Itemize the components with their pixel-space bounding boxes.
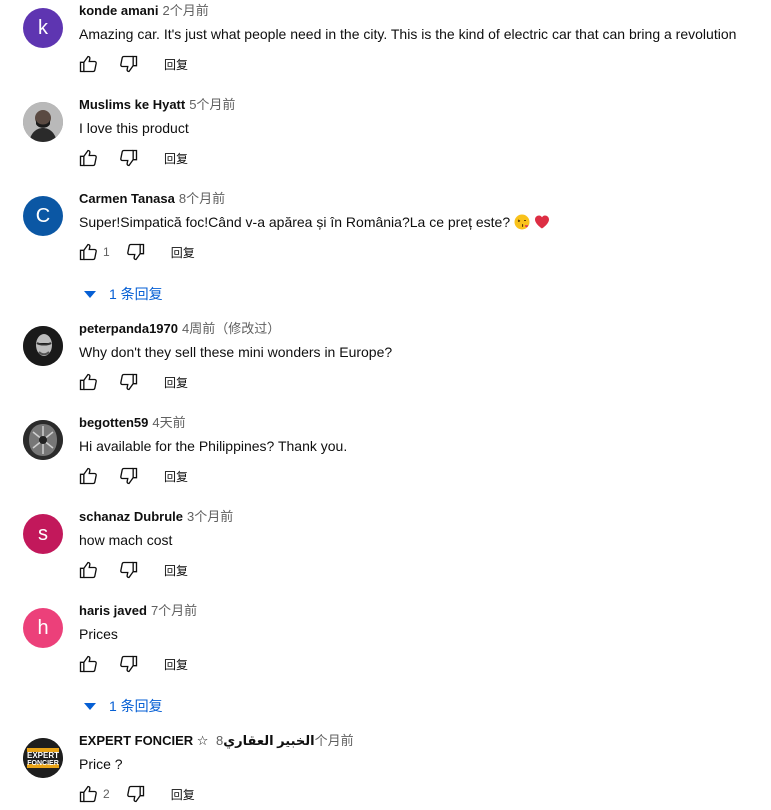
- dislike-button[interactable]: [118, 653, 140, 675]
- user-photo-icon: [23, 102, 63, 142]
- like-button[interactable]: [77, 783, 99, 805]
- kiss-emoji-icon: [514, 214, 530, 230]
- thumbs-up-icon: [79, 785, 97, 803]
- comment-timestamp[interactable]: 3个月前: [187, 509, 233, 524]
- heart-emoji-icon: [534, 215, 549, 229]
- logo-text-bottom: FONCIER: [27, 760, 59, 767]
- thumbs-up-icon: [79, 55, 97, 73]
- dislike-button[interactable]: [118, 53, 140, 75]
- like-button[interactable]: [77, 241, 99, 263]
- reply-button[interactable]: 回复: [171, 786, 195, 803]
- dislike-button[interactable]: [125, 241, 147, 263]
- comment-timestamp[interactable]: 4天前: [152, 415, 185, 430]
- dislike-button[interactable]: [118, 371, 140, 393]
- comment-text: Amazing car. It's just what people need …: [79, 26, 737, 42]
- comment-text: Hi available for the Philippines? Thank …: [79, 438, 348, 454]
- comment-text: how mach cost: [79, 532, 173, 548]
- avatar[interactable]: [23, 326, 63, 366]
- dislike-button[interactable]: [125, 783, 147, 805]
- thumbs-up-icon: [79, 149, 97, 167]
- thumbs-down-icon: [120, 373, 138, 391]
- reply-button[interactable]: 回复: [164, 150, 188, 167]
- thumbs-down-icon: [126, 785, 144, 803]
- reply-button[interactable]: 回复: [164, 656, 188, 673]
- dislike-button[interactable]: [118, 465, 140, 487]
- comment-author[interactable]: Muslims ke Hyatt: [79, 97, 185, 112]
- like-button[interactable]: [77, 653, 99, 675]
- reply-button[interactable]: 回复: [164, 56, 188, 73]
- like-count: 1: [103, 245, 110, 259]
- comment-text: Super!Simpatică foc!Când v-a apărea și î…: [79, 212, 550, 232]
- like-button[interactable]: [77, 53, 99, 75]
- thumbs-up-icon: [79, 373, 97, 391]
- avatar[interactable]: C: [23, 196, 63, 236]
- comment-author[interactable]: begotten59: [79, 415, 148, 430]
- avatar[interactable]: s: [23, 514, 63, 554]
- thumbs-down-icon: [126, 243, 144, 261]
- chevron-down-icon: [84, 703, 96, 710]
- comment-text: I love this product: [79, 120, 189, 136]
- comment-text: Prices: [79, 626, 118, 642]
- thumbs-down-icon: [120, 561, 138, 579]
- reply-button[interactable]: 回复: [164, 374, 188, 391]
- dislike-button[interactable]: [118, 559, 140, 581]
- view-replies-button[interactable]: 1 条回复: [84, 696, 163, 716]
- thumbs-up-icon: [79, 243, 97, 261]
- view-replies-button[interactable]: 1 条回复: [84, 284, 163, 304]
- thumbs-down-icon: [120, 655, 138, 673]
- user-photo-icon: [23, 326, 63, 366]
- comment-text: Why don't they sell these mini wonders i…: [79, 344, 393, 360]
- avatar[interactable]: h: [23, 608, 63, 648]
- comment-text: Price ?: [79, 756, 123, 772]
- comment-author[interactable]: schanaz Dubrule: [79, 509, 183, 524]
- comment-timestamp[interactable]: 5个月前: [189, 97, 235, 112]
- logo-text-top: EXPERT: [26, 751, 59, 760]
- avatar[interactable]: [23, 102, 63, 142]
- like-count: 2: [103, 787, 110, 801]
- thumbs-down-icon: [120, 55, 138, 73]
- avatar[interactable]: [23, 420, 63, 460]
- reply-button[interactable]: 回复: [171, 244, 195, 261]
- reply-button[interactable]: 回复: [164, 468, 188, 485]
- comment-author[interactable]: EXPERT FONCIER ☆ الخبير العقاري: [79, 733, 315, 748]
- comment-author[interactable]: haris javed: [79, 603, 147, 618]
- comment-author[interactable]: peterpanda1970: [79, 321, 178, 336]
- chevron-down-icon: [84, 291, 96, 298]
- dislike-button[interactable]: [118, 147, 140, 169]
- thumbs-up-icon: [79, 561, 97, 579]
- comment-author[interactable]: konde amani: [79, 3, 158, 18]
- avatar[interactable]: k: [23, 8, 63, 48]
- like-button[interactable]: [77, 147, 99, 169]
- comment-timestamp[interactable]: 8个月前: [179, 191, 225, 206]
- user-photo-icon: [23, 420, 63, 460]
- thumbs-up-icon: [79, 467, 97, 485]
- replies-label: 1 条回复: [109, 286, 163, 302]
- thumbs-up-icon: [79, 655, 97, 673]
- replies-label: 1 条回复: [109, 698, 163, 714]
- comment-timestamp[interactable]: 2个月前: [162, 3, 208, 18]
- like-button[interactable]: [77, 559, 99, 581]
- comment-timestamp[interactable]: 7个月前: [151, 603, 197, 618]
- thumbs-down-icon: [120, 467, 138, 485]
- comment-author[interactable]: Carmen Tanasa: [79, 191, 175, 206]
- like-button[interactable]: [77, 465, 99, 487]
- comment-timestamp[interactable]: 4周前（修改过）: [182, 321, 280, 336]
- like-button[interactable]: [77, 371, 99, 393]
- avatar[interactable]: EXPERT FONCIER: [23, 738, 63, 778]
- reply-button[interactable]: 回复: [164, 562, 188, 579]
- thumbs-down-icon: [120, 149, 138, 167]
